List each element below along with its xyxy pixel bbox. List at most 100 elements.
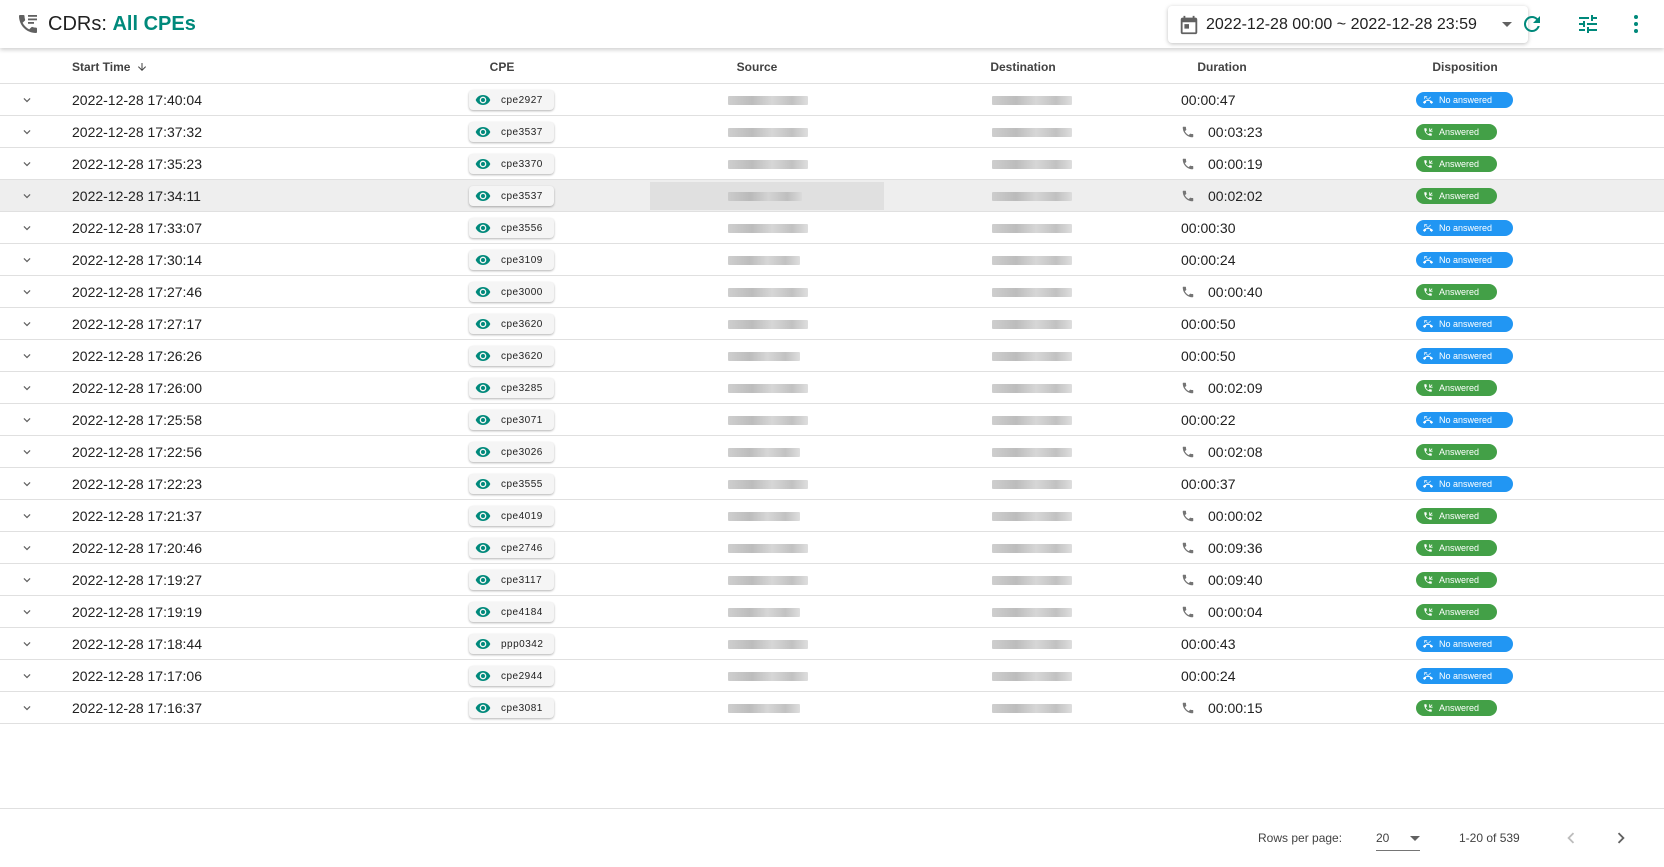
table-row[interactable]: 2022-12-28 17:40:04 cpe2927 00:00:47 No … <box>0 84 1664 116</box>
phone-icon <box>1182 446 1194 458</box>
expand-row-chevron-icon[interactable] <box>20 349 34 363</box>
rows-per-page-select[interactable]: 20 <box>1376 825 1420 851</box>
expand-row-chevron-icon[interactable] <box>20 317 34 331</box>
expand-row-chevron-icon[interactable] <box>20 509 34 523</box>
disposition-label: No answered <box>1439 319 1493 329</box>
column-header-cpe: CPE <box>489 60 515 74</box>
cpe-chip[interactable]: cpe2927 <box>469 90 554 110</box>
table-row[interactable]: 2022-12-28 17:22:23 cpe3555 00:00:37 No … <box>0 468 1664 500</box>
chevron-down-icon <box>1502 22 1512 27</box>
cpe-chip[interactable]: cpe3071 <box>469 410 554 430</box>
table-row[interactable]: 2022-12-28 17:33:07 cpe3556 00:00:30 No … <box>0 212 1664 244</box>
table-row[interactable]: 2022-12-28 17:16:37 cpe3081 00:00:15 Ans… <box>0 692 1664 724</box>
disposition-label: Answered <box>1439 287 1480 297</box>
eye-icon <box>475 95 491 105</box>
start-time-cell: 2022-12-28 17:20:46 <box>72 540 202 556</box>
table-row[interactable]: 2022-12-28 17:27:46 cpe3000 00:00:40 Ans… <box>0 276 1664 308</box>
no-answered-badge: No answered <box>1416 348 1513 364</box>
answered-badge: Answered <box>1416 188 1497 204</box>
table-row[interactable]: 2022-12-28 17:20:46 cpe2746 00:09:36 Ans… <box>0 532 1664 564</box>
refresh-icon[interactable] <box>1520 12 1544 36</box>
duration-cell: 00:09:36 <box>1208 540 1263 556</box>
cpe-chip[interactable]: cpe3537 <box>469 186 554 206</box>
table-row[interactable]: 2022-12-28 17:21:37 cpe4019 00:00:02 Ans… <box>0 500 1664 532</box>
table-row[interactable]: 2022-12-28 17:18:44 ppp0342 00:00:43 No … <box>0 628 1664 660</box>
duration-cell: 00:00:43 <box>1181 636 1236 652</box>
next-page-icon[interactable] <box>1610 827 1632 849</box>
cpe-chip[interactable]: cpe3026 <box>469 442 554 462</box>
table-row[interactable]: 2022-12-28 17:25:58 cpe3071 00:00:22 No … <box>0 404 1664 436</box>
source-redacted <box>728 672 808 681</box>
start-time-cell: 2022-12-28 17:33:07 <box>72 220 202 236</box>
cpe-chip[interactable]: cpe4184 <box>469 602 554 622</box>
cpe-chip[interactable]: cpe2944 <box>469 666 554 686</box>
answered-badge: Answered <box>1416 124 1497 140</box>
table-row[interactable]: 2022-12-28 17:22:56 cpe3026 00:02:08 Ans… <box>0 436 1664 468</box>
cpe-label: cpe3537 <box>501 190 543 202</box>
table-row[interactable]: 2022-12-28 17:26:26 cpe3620 00:00:50 No … <box>0 340 1664 372</box>
phone-icon <box>1182 510 1194 522</box>
table-row[interactable]: 2022-12-28 17:19:19 cpe4184 00:00:04 Ans… <box>0 596 1664 628</box>
expand-row-chevron-icon[interactable] <box>20 573 34 587</box>
more-vert-icon[interactable] <box>1624 12 1648 36</box>
previous-page-icon[interactable] <box>1560 827 1582 849</box>
date-range-picker[interactable]: 2022-12-28 00:00 ~ 2022-12-28 23:59 <box>1168 6 1528 43</box>
expand-row-chevron-icon[interactable] <box>20 669 34 683</box>
expand-row-chevron-icon[interactable] <box>20 253 34 267</box>
cpe-chip[interactable]: cpe3620 <box>469 346 554 366</box>
expand-row-chevron-icon[interactable] <box>20 93 34 107</box>
expand-row-chevron-icon[interactable] <box>20 637 34 651</box>
cpe-chip[interactable]: cpe4019 <box>469 506 554 526</box>
cpe-label: cpe3000 <box>501 286 543 298</box>
start-time-cell: 2022-12-28 17:26:00 <box>72 380 202 396</box>
phone-icon <box>1182 126 1194 138</box>
expand-row-chevron-icon[interactable] <box>20 445 34 459</box>
cpe-label: cpe3071 <box>501 414 543 426</box>
cpe-chip[interactable]: cpe3109 <box>469 250 554 270</box>
cpe-chip[interactable]: cpe3620 <box>469 314 554 334</box>
source-redacted <box>728 384 808 393</box>
table-row[interactable]: 2022-12-28 17:27:17 cpe3620 00:00:50 No … <box>0 308 1664 340</box>
cpe-chip[interactable]: cpe3117 <box>469 570 554 590</box>
table-row[interactable]: 2022-12-28 17:17:06 cpe2944 00:00:24 No … <box>0 660 1664 692</box>
phone-missed-icon <box>1423 256 1433 264</box>
table-row[interactable]: 2022-12-28 17:30:14 cpe3109 00:00:24 No … <box>0 244 1664 276</box>
table-row[interactable]: 2022-12-28 17:19:27 cpe3117 00:09:40 Ans… <box>0 564 1664 596</box>
table-row[interactable]: 2022-12-28 17:35:23 cpe3370 00:00:19 Ans… <box>0 148 1664 180</box>
cpe-label: cpe3555 <box>501 478 543 490</box>
expand-row-chevron-icon[interactable] <box>20 189 34 203</box>
phone-callback-icon <box>1424 512 1433 520</box>
expand-row-chevron-icon[interactable] <box>20 381 34 395</box>
disposition-label: Answered <box>1439 575 1480 585</box>
start-time-cell: 2022-12-28 17:26:26 <box>72 348 202 364</box>
eye-icon <box>475 351 491 361</box>
cpe-label: cpe3026 <box>501 446 543 458</box>
duration-cell: 00:09:40 <box>1208 572 1263 588</box>
expand-row-chevron-icon[interactable] <box>20 125 34 139</box>
cpe-label: cpe3370 <box>501 158 543 170</box>
expand-row-chevron-icon[interactable] <box>20 157 34 171</box>
tune-icon[interactable] <box>1576 12 1600 36</box>
cpe-chip[interactable]: cpe3537 <box>469 122 554 142</box>
expand-row-chevron-icon[interactable] <box>20 221 34 235</box>
duration-cell: 00:00:47 <box>1181 92 1236 108</box>
expand-row-chevron-icon[interactable] <box>20 413 34 427</box>
expand-row-chevron-icon[interactable] <box>20 701 34 715</box>
table-row[interactable]: 2022-12-28 17:37:32 cpe3537 00:03:23 Ans… <box>0 116 1664 148</box>
cpe-chip[interactable]: cpe3081 <box>469 698 554 718</box>
cpe-chip[interactable]: cpe3556 <box>469 218 554 238</box>
table-row[interactable]: 2022-12-28 17:34:11 cpe3537 00:02:02 Ans… <box>0 180 1664 212</box>
cpe-chip[interactable]: ppp0342 <box>469 634 554 654</box>
expand-row-chevron-icon[interactable] <box>20 285 34 299</box>
expand-row-chevron-icon[interactable] <box>20 477 34 491</box>
column-header-start-time[interactable]: Start Time <box>72 60 148 74</box>
expand-row-chevron-icon[interactable] <box>20 541 34 555</box>
expand-row-chevron-icon[interactable] <box>20 605 34 619</box>
cpe-chip[interactable]: cpe2746 <box>469 538 554 558</box>
cpe-chip[interactable]: cpe3285 <box>469 378 554 398</box>
cpe-chip[interactable]: cpe3555 <box>469 474 554 494</box>
cpe-chip[interactable]: cpe3370 <box>469 154 554 174</box>
phone-missed-icon <box>1423 480 1433 488</box>
table-row[interactable]: 2022-12-28 17:26:00 cpe3285 00:02:09 Ans… <box>0 372 1664 404</box>
cpe-chip[interactable]: cpe3000 <box>469 282 554 302</box>
